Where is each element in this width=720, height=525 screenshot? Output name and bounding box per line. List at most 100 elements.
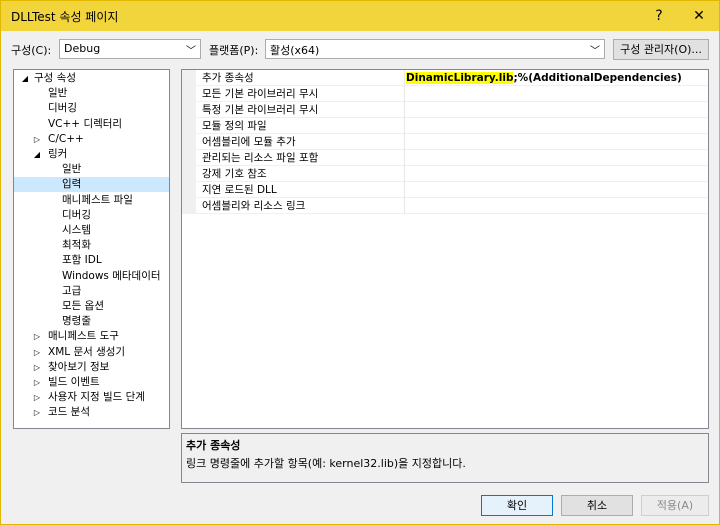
close-button[interactable]: ✕ <box>679 1 719 31</box>
grid-row[interactable]: 모든 기본 라이브러리 무시 <box>182 86 708 102</box>
tree-item-label: 매니페스트 도구 <box>48 330 119 343</box>
tree-item[interactable]: ◢ 링커 <box>14 147 169 162</box>
tree-item[interactable]: 최적화 <box>14 238 169 253</box>
tree-item[interactable]: ▷ 코드 분석 <box>14 405 169 420</box>
grid-row[interactable]: 어셈블리와 리소스 링크 <box>182 198 708 214</box>
expand-arrow-icon[interactable]: ▷ <box>32 329 42 344</box>
ok-button[interactable]: 확인 <box>481 495 553 516</box>
tree-item[interactable]: 모든 옵션 <box>14 299 169 314</box>
property-name: 특정 기본 라이브러리 무시 <box>202 104 319 116</box>
expand-arrow-icon[interactable]: ▷ <box>32 375 42 390</box>
row-gutter <box>182 166 196 182</box>
tree-item[interactable]: 일반 <box>14 162 169 177</box>
tree-item[interactable]: ▷ 사용자 지정 빌드 단계 <box>14 390 169 405</box>
tree-item-label: 사용자 지정 빌드 단계 <box>48 391 145 404</box>
grid-row[interactable]: 지연 로드된 DLL <box>182 182 708 198</box>
property-value[interactable] <box>404 118 704 134</box>
platform-label: 플랫폼(P): <box>209 44 259 57</box>
grid-row[interactable]: 어셈블리에 모듈 추가 <box>182 134 708 150</box>
chevron-down-icon: ﹀ <box>590 46 600 57</box>
config-label: 구성(C): <box>11 44 52 57</box>
tree-item[interactable]: 고급 <box>14 284 169 299</box>
property-name: 추가 종속성 <box>202 72 254 84</box>
property-value[interactable] <box>404 166 704 182</box>
grid-row[interactable]: 강제 기호 참조 <box>182 166 708 182</box>
collapse-arrow-icon[interactable]: ◢ <box>20 71 30 86</box>
config-dropdown[interactable]: Debug ﹀ <box>59 39 201 59</box>
tree-item-label: 찾아보기 정보 <box>48 360 110 373</box>
tree-item-label: 코드 분석 <box>48 406 90 419</box>
property-value[interactable] <box>404 134 704 150</box>
tree-item-label: 일반 <box>62 163 82 176</box>
tree-item-label: 입력 <box>62 178 82 191</box>
tree-item[interactable]: ◢ 구성 속성 <box>14 71 169 86</box>
tree-item-label: 디버깅 <box>48 102 77 115</box>
grid-row[interactable]: 모듈 정의 파일 <box>182 118 708 134</box>
expand-arrow-icon[interactable]: ▷ <box>32 360 42 375</box>
help-button[interactable]: ? <box>639 1 679 31</box>
property-name: 어셈블리에 모듈 추가 <box>202 136 296 148</box>
tree-item-label: 매니페스트 파일 <box>62 193 133 206</box>
tree-item-label: 최적화 <box>62 239 91 252</box>
tree-item[interactable]: VC++ 디렉터리 <box>14 117 169 132</box>
collapse-arrow-icon[interactable]: ◢ <box>32 147 42 162</box>
property-value[interactable] <box>404 198 704 214</box>
row-gutter <box>182 198 196 214</box>
tree-item[interactable]: 시스템 <box>14 223 169 238</box>
tree-item[interactable]: 명령줄 <box>14 314 169 329</box>
description-text: 링크 명령줄에 추가할 항목(예: kernel32.lib)을 지정합니다. <box>186 457 466 470</box>
cancel-button[interactable]: 취소 <box>561 495 633 516</box>
tree-item[interactable]: ▷ 찾아보기 정보 <box>14 360 169 375</box>
tree-item[interactable]: ▷ C/C++ <box>14 132 169 147</box>
tree-item[interactable]: 입력 <box>14 177 169 193</box>
tree-item-label: 링커 <box>48 148 68 160</box>
tree-item[interactable]: 디버깅 <box>14 101 169 116</box>
tree-item[interactable]: ▷ XML 문서 생성기 <box>14 345 169 360</box>
tree-item[interactable]: 매니페스트 파일 <box>14 193 169 208</box>
expand-arrow-icon[interactable]: ▷ <box>32 132 42 147</box>
row-gutter <box>182 150 196 166</box>
tree-item[interactable]: 디버깅 <box>14 208 169 223</box>
tree-item-label: 빌드 이벤트 <box>48 376 100 388</box>
title-bar: DLLTest 속성 페이지 ? ✕ <box>1 1 719 31</box>
expand-arrow-icon[interactable]: ▷ <box>32 390 42 405</box>
property-grid[interactable]: 추가 종속성 DinamicLibrary.lib;%(AdditionalDep… <box>181 69 709 429</box>
platform-dropdown[interactable]: 활성(x64) ﹀ <box>265 39 605 59</box>
expand-arrow-icon[interactable]: ▷ <box>32 405 42 420</box>
property-value[interactable]: DinamicLibrary.lib;%(AdditionalDependenc… <box>404 70 704 86</box>
tree-item-label: 구성 속성 <box>34 72 76 84</box>
row-gutter <box>182 134 196 150</box>
description-panel: 추가 종속성 링크 명령줄에 추가할 항목(예: kernel32.lib)을 … <box>181 433 709 483</box>
grid-row[interactable]: 추가 종속성 DinamicLibrary.lib;%(AdditionalDep… <box>182 70 708 86</box>
property-value[interactable] <box>404 102 704 118</box>
tree-item[interactable]: 포함 IDL <box>14 253 169 268</box>
property-value[interactable] <box>404 150 704 166</box>
tree-item-label: XML 문서 생성기 <box>48 345 126 358</box>
window-title: DLLTest 속성 페이지 <box>11 10 119 24</box>
row-gutter <box>182 86 196 102</box>
tree-item[interactable]: ▷ 매니페스트 도구 <box>14 329 169 344</box>
config-value: Debug <box>64 42 101 55</box>
tree-item-label: 명령줄 <box>62 315 91 328</box>
config-manager-button[interactable]: 구성 관리자(O)... <box>613 39 709 60</box>
tree-item[interactable]: Windows 메타데이터 <box>14 269 169 284</box>
value-highlighted: DinamicLibrary.lib <box>406 72 514 84</box>
tree-item-label: C/C++ <box>48 132 84 145</box>
property-name: 어셈블리와 리소스 링크 <box>202 200 306 212</box>
property-name: 모든 기본 라이브러리 무시 <box>202 88 319 100</box>
row-gutter <box>182 182 196 198</box>
property-name: 모듈 정의 파일 <box>202 120 267 132</box>
description-title: 추가 종속성 <box>186 439 241 452</box>
tree-item-label: Windows 메타데이터 <box>62 269 161 282</box>
grid-row[interactable]: 특정 기본 라이브러리 무시 <box>182 102 708 118</box>
property-value[interactable] <box>404 86 704 102</box>
chevron-down-icon: ﹀ <box>186 46 196 57</box>
tree-item[interactable]: 일반 <box>14 86 169 101</box>
grid-row[interactable]: 관리되는 리소스 파일 포함 <box>182 150 708 166</box>
property-tree[interactable]: ◢ 구성 속성 일반 디버깅 VC++ 디렉터리 ▷ C/C++ ◢ 링커 일반 입력 매니페스트 파… <box>13 69 170 429</box>
expand-arrow-icon[interactable]: ▷ <box>32 345 42 360</box>
property-name: 지연 로드된 DLL <box>202 184 277 196</box>
tree-item[interactable]: ▷ 빌드 이벤트 <box>14 375 169 390</box>
property-value[interactable] <box>404 182 704 198</box>
apply-button[interactable]: 적용(A) <box>641 495 709 516</box>
